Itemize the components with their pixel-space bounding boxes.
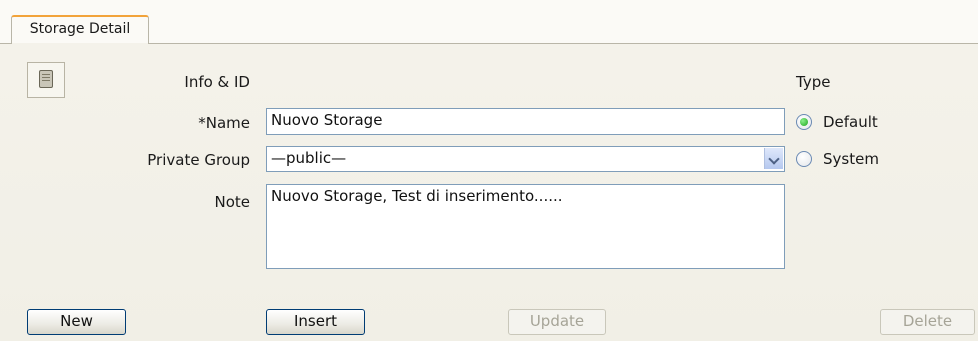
- insert-button[interactable]: Insert: [266, 309, 365, 335]
- info-id-label: Info & ID: [184, 73, 250, 91]
- chevron-down-icon[interactable]: [764, 148, 783, 169]
- note-label: Note: [214, 193, 250, 211]
- private-group-label: Private Group: [147, 151, 250, 169]
- name-input[interactable]: Nuovo Storage: [266, 108, 785, 135]
- private-group-value: —public—: [271, 149, 347, 167]
- type-default-label[interactable]: Default: [823, 113, 878, 131]
- storage-detail-window: Storage Detail Info & ID *Name Nuovo Sto…: [0, 0, 978, 341]
- private-group-select[interactable]: —public—: [266, 146, 785, 172]
- tab-strip: Storage Detail: [0, 0, 978, 44]
- type-default-radio[interactable]: [796, 114, 812, 130]
- new-button[interactable]: New: [27, 309, 126, 335]
- update-button[interactable]: Update: [508, 309, 606, 335]
- name-label: *Name: [198, 114, 250, 132]
- type-system-label[interactable]: System: [823, 150, 879, 168]
- delete-button[interactable]: Delete: [880, 309, 975, 335]
- tab-active-connector: [12, 43, 148, 44]
- tab-storage-detail[interactable]: Storage Detail: [11, 15, 149, 43]
- note-textarea[interactable]: Nuovo Storage, Test di inserimento......: [266, 184, 785, 269]
- storage-info-icon[interactable]: [27, 62, 65, 98]
- type-system-radio[interactable]: [796, 151, 812, 167]
- type-label: Type: [796, 73, 831, 91]
- document-icon: [39, 70, 53, 88]
